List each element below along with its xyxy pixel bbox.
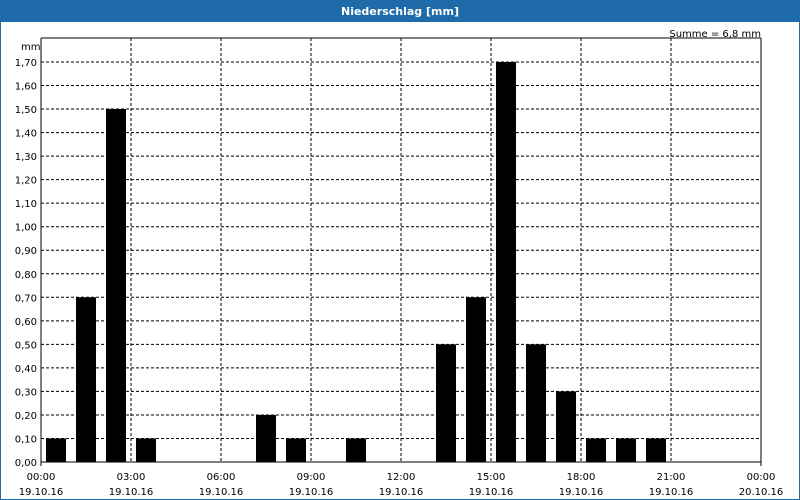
x-tick-time: 06:00 — [207, 472, 236, 483]
y-tick-label: 1,60 — [15, 82, 37, 93]
y-tick-label: 1,30 — [15, 152, 37, 163]
y-unit-label: mm — [21, 42, 40, 53]
x-tick-date: 20.10.16 — [739, 487, 784, 498]
x-tick-date: 19.10.16 — [19, 487, 64, 498]
y-tick-label: 0,60 — [15, 317, 37, 328]
x-tick-time: 18:00 — [567, 472, 596, 483]
y-tick-label: 1,00 — [15, 223, 37, 234]
bar — [436, 344, 456, 462]
bar — [586, 438, 606, 462]
y-tick-label: 1,50 — [15, 105, 37, 116]
bar — [256, 414, 276, 462]
y-tick-label: 0,70 — [15, 293, 37, 304]
bar — [136, 438, 156, 462]
bar — [346, 438, 366, 462]
bar — [646, 438, 666, 462]
x-tick-date: 19.10.16 — [649, 487, 694, 498]
y-tick-label: 0,20 — [15, 411, 37, 422]
bars — [46, 62, 666, 462]
x-tick-time: 15:00 — [477, 472, 506, 483]
x-tick-time: 21:00 — [657, 472, 686, 483]
x-tick-date: 19.10.16 — [289, 487, 334, 498]
y-tick-label: 0,80 — [15, 270, 37, 281]
x-tick-date: 19.10.16 — [109, 487, 154, 498]
x-tick-date: 19.10.16 — [559, 487, 604, 498]
y-tick-label: 0,10 — [15, 434, 37, 445]
x-tick-time: 12:00 — [387, 472, 416, 483]
bar — [106, 109, 126, 462]
bar — [286, 438, 306, 462]
bar — [76, 297, 96, 462]
y-tick-label: 0,40 — [15, 364, 37, 375]
y-tick-label: 0,00 — [15, 458, 37, 469]
x-tick-date: 19.10.16 — [379, 487, 424, 498]
y-tick-label: 1,10 — [15, 199, 37, 210]
x-tick-time: 00:00 — [27, 472, 56, 483]
axes: 0,00 0,10 0,20 0,30 0,40 0,50 0,60 0,70 0,80 0,90… — [15, 37, 784, 498]
bar — [526, 344, 546, 462]
x-tick-time: 03:00 — [117, 472, 146, 483]
y-tick-label: 1,20 — [15, 176, 37, 187]
y-tick-label: 0,30 — [15, 387, 37, 398]
y-tick-label: 1,40 — [15, 129, 37, 140]
grid — [41, 38, 761, 462]
x-tick-time: 00:00 — [747, 472, 776, 483]
x-tick-date: 19.10.16 — [469, 487, 514, 498]
bar — [556, 391, 576, 462]
bar — [46, 438, 66, 462]
x-tick-time: 09:00 — [297, 472, 326, 483]
y-tick-label: 1,70 — [15, 58, 37, 69]
bar — [466, 297, 486, 462]
x-tick-date: 19.10.16 — [199, 487, 244, 498]
chart-window: Niederschlag [mm] mm Summe = 6,8 mm 0,00… — [0, 0, 800, 500]
precipitation-chart: mm Summe = 6,8 mm 0,000,100,200,300,400,… — [15, 29, 784, 498]
bar — [496, 62, 516, 462]
y-tick-label: 0,90 — [15, 246, 37, 257]
y-tick-label: 0,50 — [15, 340, 37, 351]
bar — [616, 438, 636, 462]
